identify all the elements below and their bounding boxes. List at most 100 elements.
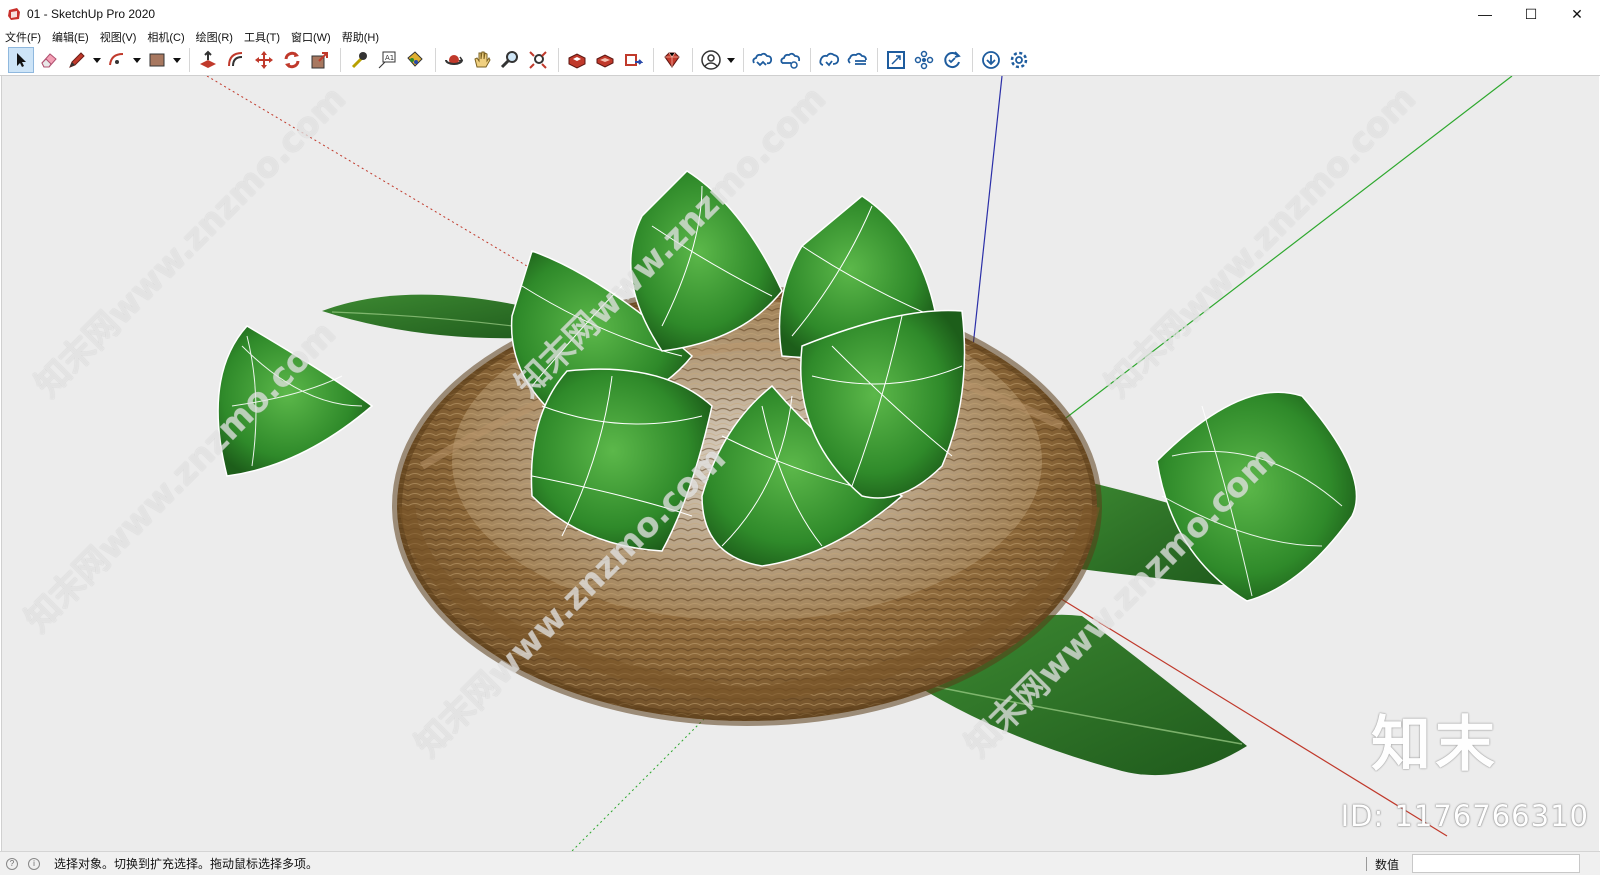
menu-edit[interactable]: 编辑(E)	[52, 29, 89, 45]
arc-dropdown[interactable]	[132, 47, 142, 73]
tape-measure-tool-button[interactable]	[346, 47, 372, 73]
eraser-icon	[41, 53, 57, 68]
trimble-connect-button[interactable]	[749, 47, 775, 73]
push-pull-icon	[200, 50, 216, 68]
drawing-viewport[interactable]: 知末网www.znzmo.com 知末网www.znzmo.com 知末网www…	[1, 76, 1599, 851]
extension-warehouse-button[interactable]	[592, 47, 618, 73]
select-tool-button[interactable]	[8, 47, 34, 73]
tape-measure-icon	[351, 52, 367, 69]
refresh-check-button[interactable]	[939, 47, 965, 73]
zoom-tool-button[interactable]	[497, 47, 523, 73]
cluster-button[interactable]	[911, 47, 937, 73]
download-icon	[982, 51, 1000, 69]
toolbar-separator	[435, 48, 436, 72]
account-button[interactable]	[698, 47, 724, 73]
cloud-sync-button[interactable]	[844, 47, 870, 73]
scale-icon	[311, 52, 328, 69]
pan-tool-button[interactable]	[469, 47, 495, 73]
chevron-down-icon	[93, 57, 101, 63]
orbit-icon	[445, 55, 464, 65]
svg-text:A1: A1	[385, 54, 394, 62]
text-icon: A1	[378, 51, 396, 69]
geo-location-icon[interactable]: ?	[6, 857, 18, 870]
cloud-share-icon	[780, 52, 801, 69]
move-icon	[255, 51, 273, 69]
cluster-icon	[914, 50, 934, 70]
settings-button[interactable]	[1006, 47, 1032, 73]
window-controls: — ☐ ✕	[1462, 0, 1600, 28]
window-title: 01 - SketchUp Pro 2020	[27, 7, 156, 21]
rectangle-icon	[149, 53, 165, 67]
3d-warehouse-button[interactable]	[564, 47, 590, 73]
settings-icon	[1010, 51, 1028, 69]
ruby-console-button[interactable]	[659, 47, 685, 73]
toolbar-separator	[189, 48, 190, 72]
select-icon	[17, 53, 26, 67]
menu-file[interactable]: 文件(F)	[5, 29, 41, 45]
paint-bucket-tool-button[interactable]	[402, 47, 428, 73]
menu-window[interactable]: 窗口(W)	[291, 29, 331, 45]
close-button[interactable]: ✕	[1554, 0, 1600, 28]
menu-view[interactable]: 视图(V)	[100, 29, 137, 45]
chevron-down-icon	[173, 57, 181, 63]
menu-camera[interactable]: 相机(C)	[147, 29, 184, 45]
maximize-button[interactable]: ☐	[1508, 0, 1554, 28]
orbit-tool-button[interactable]	[441, 47, 467, 73]
pencil-tool-button[interactable]	[64, 47, 90, 73]
frame-button[interactable]	[883, 47, 909, 73]
offset-tool-button[interactable]	[223, 47, 249, 73]
status-message: 选择对象。切换到扩充选择。拖动鼠标选择多项。	[54, 857, 319, 871]
menu-bar: 文件(F) 编辑(E) 视图(V) 相机(C) 绘图(R) 工具(T) 窗口(W…	[0, 28, 1600, 45]
large-toolset: A1	[0, 45, 1600, 76]
toolbar-separator	[743, 48, 744, 72]
send-to-layout-button[interactable]	[620, 47, 646, 73]
measurement-input[interactable]	[1412, 854, 1580, 873]
zoom-extents-icon	[529, 51, 547, 69]
refresh-check-icon	[944, 51, 961, 69]
rotate-icon	[284, 51, 300, 69]
toolbar-separator	[558, 48, 559, 72]
minimize-button[interactable]: —	[1462, 0, 1508, 28]
cloud-upload-icon	[819, 52, 840, 67]
chevron-down-icon	[727, 57, 735, 63]
paint-bucket-icon	[407, 51, 423, 67]
eraser-tool-button[interactable]	[36, 47, 62, 73]
scale-tool-button[interactable]	[307, 47, 333, 73]
menu-help[interactable]: 帮助(H)	[342, 29, 379, 45]
text-tool-button[interactable]: A1	[374, 47, 400, 73]
info-icon[interactable]: i	[28, 857, 40, 870]
pencil-dropdown[interactable]	[92, 47, 102, 73]
account-dropdown[interactable]	[726, 47, 736, 73]
toolbar-separator	[340, 48, 341, 72]
frame-icon	[887, 51, 905, 69]
rectangle-tool-button[interactable]	[144, 47, 170, 73]
zoom-icon	[500, 51, 518, 69]
arc-tool-button[interactable]	[104, 47, 130, 73]
menu-tools[interactable]: 工具(T)	[244, 29, 280, 45]
pencil-icon	[69, 52, 85, 68]
trimble-share-button[interactable]	[777, 47, 803, 73]
pan-icon	[474, 51, 491, 68]
cloud-upload-button[interactable]	[816, 47, 842, 73]
rectangle-dropdown[interactable]	[172, 47, 182, 73]
move-tool-button[interactable]	[251, 47, 277, 73]
sketchup-logo-icon	[7, 7, 21, 21]
toolbar-separator	[810, 48, 811, 72]
download-button[interactable]	[978, 47, 1004, 73]
toolbar-separator	[877, 48, 878, 72]
measurement-label: 数值	[1375, 858, 1400, 872]
title-bar: 01 - SketchUp Pro 2020 — ☐ ✕	[0, 0, 1600, 28]
warehouse-icon	[568, 53, 586, 69]
rotate-tool-button[interactable]	[279, 47, 305, 73]
zoom-extents-tool-button[interactable]	[525, 47, 551, 73]
cloud-sync-icon	[847, 52, 867, 65]
account-icon	[701, 50, 721, 70]
vcb-separator	[1366, 857, 1367, 871]
send-to-layout-icon	[625, 54, 643, 66]
menu-draw[interactable]: 绘图(R)	[196, 29, 233, 45]
cloud-icon	[752, 52, 773, 67]
push-pull-tool-button[interactable]	[195, 47, 221, 73]
toolbar-separator	[972, 48, 973, 72]
toolbar-separator	[653, 48, 654, 72]
arc-icon	[109, 53, 124, 66]
